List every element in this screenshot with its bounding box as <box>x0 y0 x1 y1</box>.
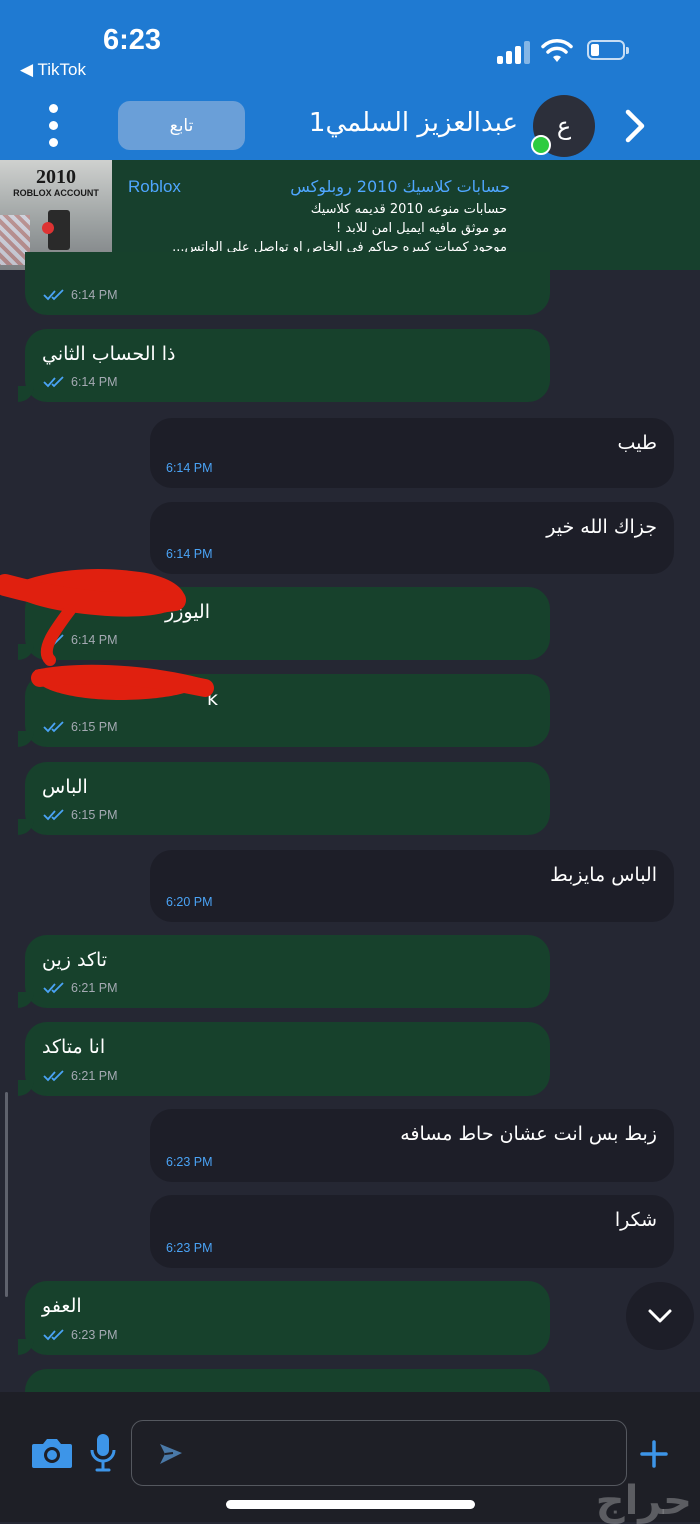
message-received[interactable]: زبط بس انت عشان حاط مسافه 6:23 PM <box>150 1109 674 1182</box>
read-checkmarks-icon <box>43 1329 64 1341</box>
camera-icon[interactable] <box>31 1436 73 1470</box>
online-status-dot <box>531 135 551 155</box>
cellular-signal-icon <box>497 40 531 64</box>
message-sent[interactable]: الباس 6:15 PM <box>18 762 550 835</box>
message-input[interactable] <box>131 1420 627 1486</box>
message-sent[interactable]: k 6:15 PM <box>18 674 550 747</box>
read-checkmarks-icon <box>43 289 64 301</box>
message-received[interactable]: شكرا 6:23 PM <box>150 1195 674 1268</box>
status-time: 6:23 <box>103 24 162 56</box>
message-time: 6:15 PM <box>71 808 118 822</box>
chevron-down-icon <box>648 1309 672 1323</box>
wifi-icon <box>541 39 573 62</box>
message-sent[interactable]: 6:14 PM <box>25 252 550 315</box>
scrollbar[interactable] <box>5 1092 8 1297</box>
thumbnail-subtitle: ROBLOX ACCOUNT <box>13 188 99 198</box>
read-checkmarks-icon <box>43 721 64 733</box>
message-time: 6:23 PM <box>71 1328 118 1342</box>
watermark: حراج <box>595 1478 692 1524</box>
message-time: 6:14 PM <box>71 375 118 389</box>
chevron-right-icon[interactable] <box>620 108 648 144</box>
battery-icon <box>587 40 631 62</box>
message-time: 6:14 PM <box>71 288 118 302</box>
listing-line: حسابات منوعه 2010 قديمه كلاسيك <box>310 202 507 217</box>
send-icon[interactable] <box>156 1439 186 1469</box>
listing-title-en: Roblox <box>128 177 181 196</box>
message-time: 6:23 PM <box>166 1241 213 1255</box>
message-received[interactable]: الباس مايزبط 6:20 PM <box>150 850 674 922</box>
microphone-icon[interactable] <box>89 1432 117 1474</box>
message-time: 6:15 PM <box>71 720 118 734</box>
message-time: 6:21 PM <box>71 981 118 995</box>
message-sent[interactable]: ذا الحساب الثاني 6:14 PM <box>18 329 550 402</box>
back-to-app-link[interactable]: ◀ TikTok <box>20 60 86 80</box>
message-time: 6:14 PM <box>166 547 213 561</box>
message-received[interactable]: جزاك الله خير 6:14 PM <box>150 502 674 574</box>
read-checkmarks-icon <box>43 982 64 994</box>
listing-title: حسابات كلاسيك 2010 روبلوكس <box>290 177 510 196</box>
listing-description: حسابات منوعه 2010 قديمه كلاسيك مو موثق م… <box>172 200 507 257</box>
message-time: 6:20 PM <box>166 895 213 909</box>
message-time: 6:21 PM <box>71 1069 118 1083</box>
message-time: 6:14 PM <box>166 461 213 475</box>
listing-line: مو موثق مافيه ايميل امن للابد ! <box>336 221 507 236</box>
message-sent[interactable]: اليوزر 6:14 PM <box>18 587 550 660</box>
home-indicator[interactable] <box>226 1500 475 1509</box>
contact-name[interactable]: عبدالعزيز السلمي1 <box>309 108 518 138</box>
thumbnail-title: 2010 <box>36 166 76 188</box>
message-sent[interactable]: انا متاكد 6:21 PM <box>18 1022 550 1096</box>
message-time: 6:14 PM <box>71 633 118 647</box>
message-sent[interactable]: العفو 6:23 PM <box>18 1281 550 1355</box>
message-received[interactable]: طيب 6:14 PM <box>150 418 674 488</box>
plus-icon[interactable] <box>640 1440 668 1468</box>
read-checkmarks-icon <box>43 809 64 821</box>
message-sent[interactable]: تاكد زين 6:21 PM <box>18 935 550 1008</box>
read-checkmarks-icon <box>43 1070 64 1082</box>
chat-header: 6:23 ◀ TikTok تابع عبدالعزيز السلمي1 ع <box>0 0 700 160</box>
follow-button[interactable]: تابع <box>118 101 245 150</box>
more-options-icon[interactable] <box>44 104 64 148</box>
message-time: 6:23 PM <box>166 1155 213 1169</box>
scroll-to-bottom-button[interactable] <box>626 1282 694 1350</box>
read-checkmarks-icon <box>43 376 64 388</box>
read-checkmarks-icon <box>43 634 64 646</box>
